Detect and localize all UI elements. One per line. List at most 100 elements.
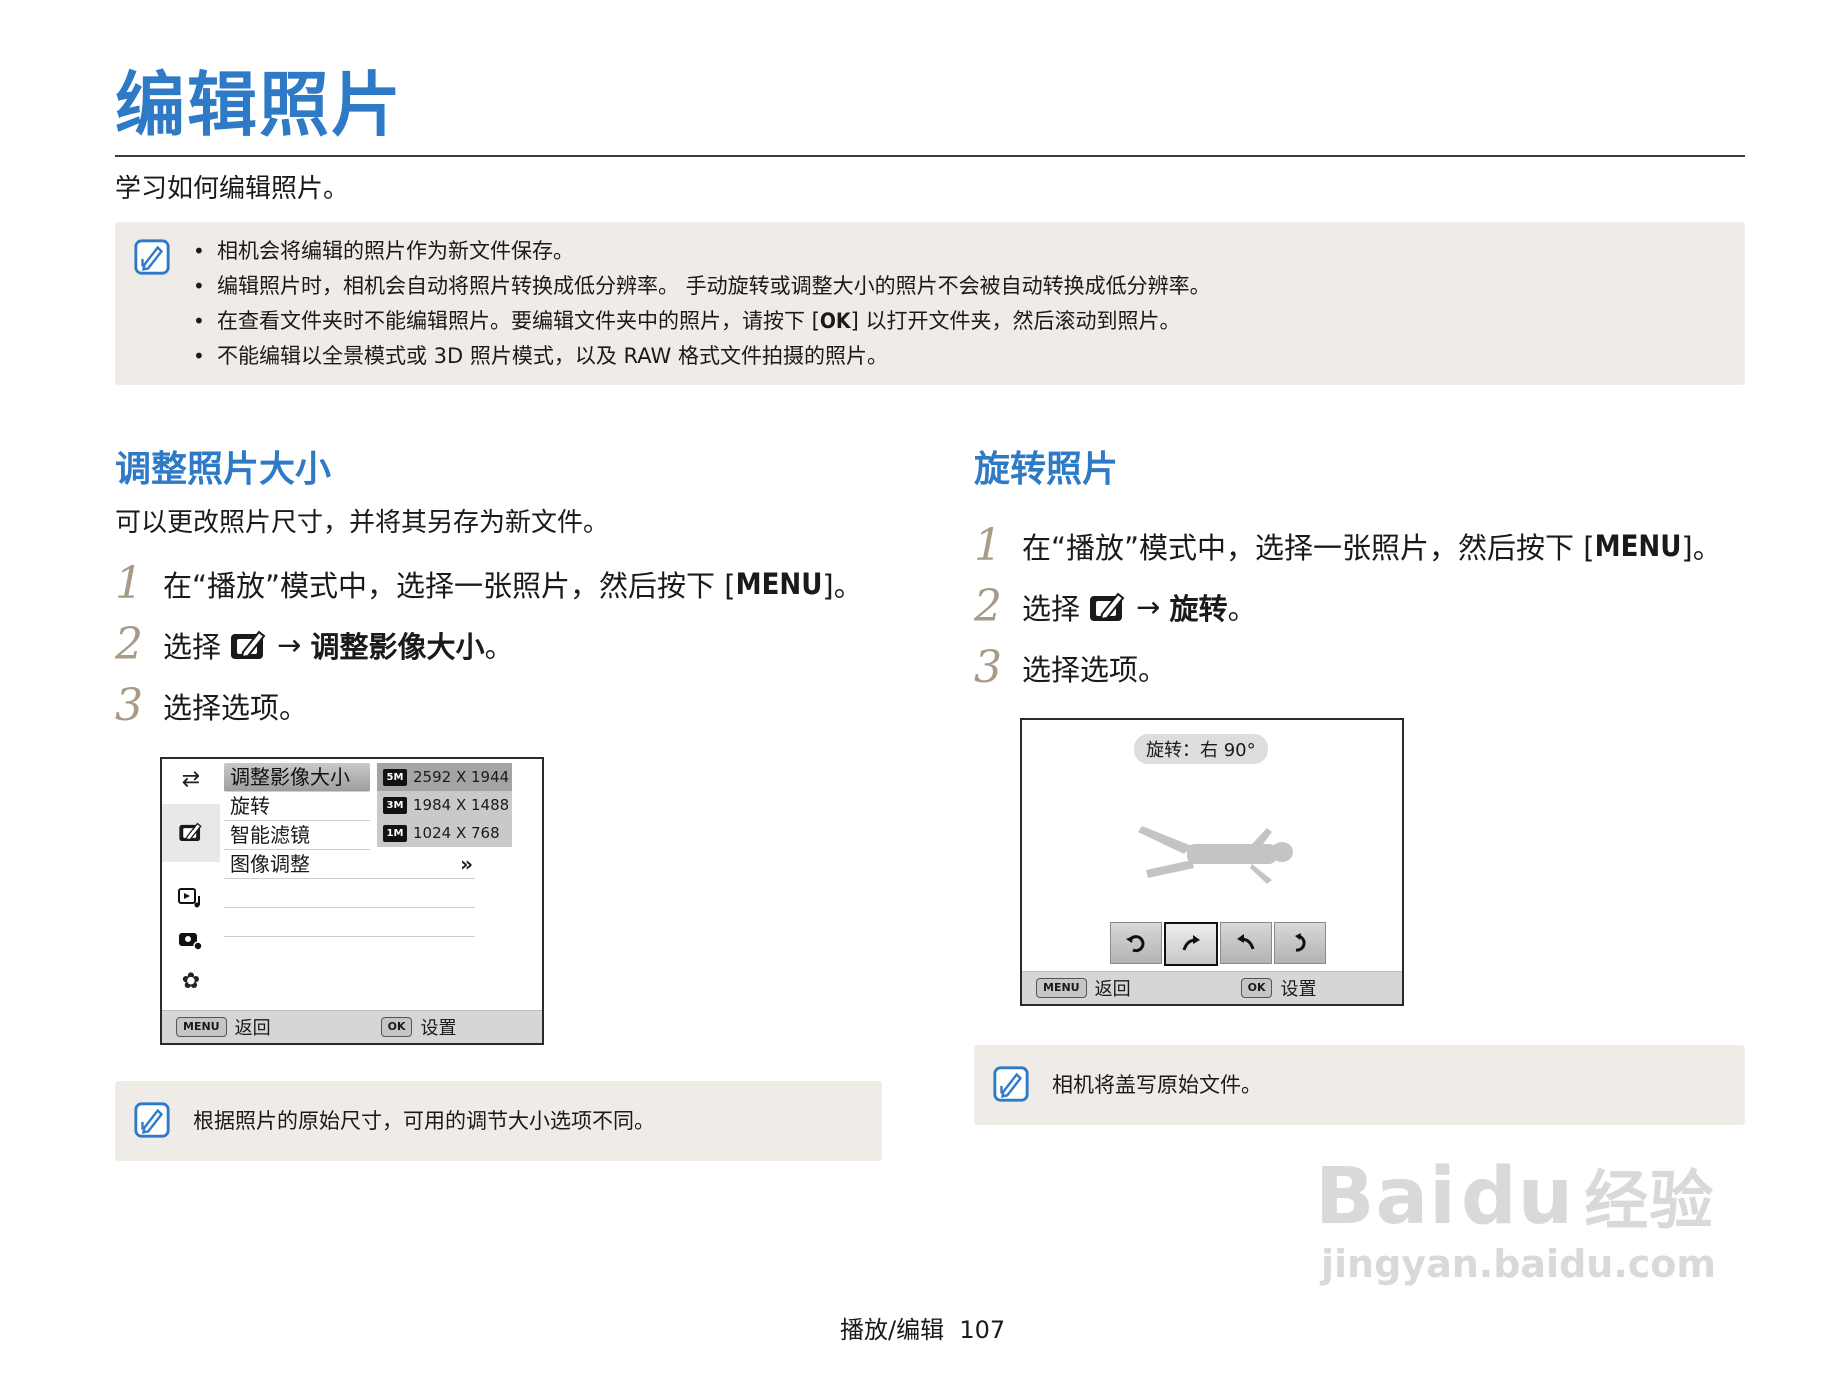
step-2-resize: 2 选择 → 调整影像大小。 xyxy=(115,623,514,667)
step-text: 选择选项。 xyxy=(1022,653,1168,687)
empty-row xyxy=(224,879,475,908)
menu-button-tag[interactable]: MENU xyxy=(176,1017,227,1037)
step-2-rotate: 2 选择 → 旋转。 xyxy=(974,585,1257,629)
page-number: 107 xyxy=(959,1316,1006,1344)
rotate-180-button[interactable] xyxy=(1220,922,1272,964)
rotate-cw-full-icon xyxy=(1295,933,1306,952)
set-label: 设置 xyxy=(1280,979,1317,1000)
step-arrow: → xyxy=(277,628,302,662)
rotated-person-silhouette xyxy=(1138,826,1293,884)
size-option[interactable]: 5M 2592 X 1944 xyxy=(377,763,512,791)
step-text: 选择 → 调整影像大小。 xyxy=(163,624,514,666)
rotate-cw-90-alt-button[interactable] xyxy=(1274,922,1326,964)
note-item: 在查看文件夹时不能编辑照片。要编辑文件夹中的照片，请按下 [OK] 以打开文件夹… xyxy=(193,304,1211,339)
note-box-resize: 根据照片的原始尺寸，可用的调节大小选项不同。 xyxy=(115,1081,882,1161)
size-options-list: 5M 2592 X 1944 3M 1984 X 1488 1M 1024 X 768 xyxy=(377,763,512,847)
note-pencil-icon xyxy=(134,239,170,275)
menu-item-rotate[interactable]: 旋转 xyxy=(224,792,370,821)
note-text: 在查看文件夹时不能编辑照片。要编辑文件夹中的照片，请按下 [ xyxy=(217,309,820,333)
size-icon: 5M xyxy=(383,768,407,786)
step-text-part: 。 xyxy=(484,630,514,664)
step-number: 2 xyxy=(115,619,143,670)
step-number: 1 xyxy=(115,558,143,609)
rotate-ccw-icon xyxy=(1126,935,1145,953)
note-pencil-icon xyxy=(134,1102,170,1138)
camera-bottom-bar: MENU 返回 OK 设置 xyxy=(1022,971,1402,1004)
step-target: 调整影像大小 xyxy=(310,630,485,664)
edit-tab-icon xyxy=(162,821,220,849)
baidu-jingyan-watermark: Bai du 经验 jingyan.baidu.com xyxy=(1315,1150,1716,1286)
step-number: 1 xyxy=(974,520,1002,571)
step-text-part: 选择 xyxy=(1022,592,1081,626)
watermark-url: jingyan.baidu.com xyxy=(1321,1242,1716,1286)
menu-button-tag[interactable]: MENU xyxy=(1036,978,1087,998)
section-title-rotate: 旋转照片 xyxy=(974,449,1119,490)
note-item: 不能编辑以全景模式或 3D 照片模式，以及 RAW 格式文件拍摄的照片。 xyxy=(193,339,1211,374)
menu-item-smart-filter[interactable]: 智能滤镜 xyxy=(224,821,370,850)
rotate-180-icon xyxy=(1237,934,1255,950)
back-label: 返回 xyxy=(1094,979,1131,1000)
edit-menu-icon xyxy=(231,630,266,659)
step-number: 3 xyxy=(115,680,143,731)
watermark-paw: du xyxy=(1460,1152,1575,1242)
empty-row xyxy=(224,908,475,937)
watermark-cn: 经验 xyxy=(1584,1165,1715,1239)
ok-button-tag[interactable]: OK xyxy=(1240,978,1273,998)
gear-icon: ✿ xyxy=(181,969,201,994)
step-text-part: 在“播放”模式中，选择一张照片，然后按下 [ xyxy=(1022,531,1595,565)
step-text: 在“播放”模式中，选择一张照片，然后按下 [MENU]。 xyxy=(163,563,863,605)
section-title-resize: 调整照片大小 xyxy=(115,449,332,490)
step-number: 2 xyxy=(974,581,1002,632)
step-text-part: 。 xyxy=(1227,592,1257,626)
set-label: 设置 xyxy=(420,1018,457,1039)
step-text: 在“播放”模式中，选择一张照片，然后按下 [MENU]。 xyxy=(1022,525,1722,567)
rotate-cw-icon xyxy=(1182,935,1200,951)
rotate-status-label: 旋转：右 90° xyxy=(1134,734,1268,764)
title-divider xyxy=(115,155,1745,157)
note-item: 编辑照片时，相机会自动将照片转换成低分辨率。 手动旋转或调整大小的照片不会被自动… xyxy=(193,269,1211,304)
camera-tab-bar: ⇄ ✿ xyxy=(162,759,220,1004)
note-box-general: 相机会将编辑的照片作为新文件保存。 编辑照片时，相机会自动将照片转换成低分辨率。… xyxy=(115,222,1745,385)
step-3-resize: 3 选择选项。 xyxy=(115,684,308,728)
step-text-part: 选择 xyxy=(163,630,222,664)
step-1-rotate: 1 在“播放”模式中，选择一张照片，然后按下 [MENU]。 xyxy=(974,524,1722,568)
footer-section: 播放/编辑 xyxy=(840,1316,945,1344)
step-text: 选择 → 旋转。 xyxy=(1022,586,1257,628)
step-number: 3 xyxy=(974,642,1002,693)
page-subtitle: 学习如何编辑照片。 xyxy=(115,174,350,204)
step-arrow: → xyxy=(1136,590,1161,624)
size-label: 1024 X 768 xyxy=(413,824,500,842)
menu-key-label: MENU xyxy=(1594,529,1682,563)
rotate-right-90-button[interactable] xyxy=(1164,922,1218,966)
back-label: 返回 xyxy=(234,1018,271,1039)
page-footer: 播放/编辑 107 xyxy=(840,1310,1005,1345)
note-pencil-icon xyxy=(993,1066,1029,1102)
menu-item-label: 图像调整 xyxy=(230,852,310,876)
note-text: 相机将盖写原始文件。 xyxy=(1052,1073,1262,1097)
camera-screen-resize: ⇄ ✿ 调整影像大小 旋转 智能滤镜 图像调整 » 5M 2592 X 1944 … xyxy=(160,757,544,1045)
size-icon: 3M xyxy=(383,796,407,814)
size-option[interactable]: 3M 1984 X 1488 xyxy=(377,791,512,819)
rotate-left-90-button[interactable] xyxy=(1110,922,1162,964)
menu-item-image-adjust[interactable]: 图像调整 » xyxy=(224,850,475,879)
page-title: 编辑照片 xyxy=(115,64,403,146)
size-label: 1984 X 1488 xyxy=(413,796,510,814)
section-lead-resize: 可以更改照片尺寸，并将其另存为新文件。 xyxy=(115,508,610,538)
step-1-resize: 1 在“播放”模式中，选择一张照片，然后按下 [MENU]。 xyxy=(115,562,863,606)
menu-item-resize[interactable]: 调整影像大小 xyxy=(224,763,370,792)
step-text-part: ]。 xyxy=(822,569,863,603)
note-box-rotate: 相机将盖写原始文件。 xyxy=(974,1045,1745,1125)
watermark-main: Bai xyxy=(1315,1152,1457,1242)
ok-button-tag[interactable]: OK xyxy=(380,1017,413,1037)
step-target: 旋转 xyxy=(1169,592,1228,626)
note-item: 相机会将编辑的照片作为新文件保存。 xyxy=(193,234,1211,269)
edit-menu-icon xyxy=(1090,592,1125,621)
rotate-options xyxy=(1110,922,1328,966)
camera-screen-rotate: 旋转：右 90° MENU 返回 OK 设置 xyxy=(1020,718,1404,1006)
slideshow-music-icon xyxy=(162,887,220,915)
more-chevron-icon: » xyxy=(460,852,473,876)
swap-arrows-icon: ⇄ xyxy=(181,767,201,792)
ok-key-label: OK xyxy=(819,309,851,333)
size-icon: 1M xyxy=(383,824,407,842)
size-option[interactable]: 1M 1024 X 768 xyxy=(377,819,512,847)
